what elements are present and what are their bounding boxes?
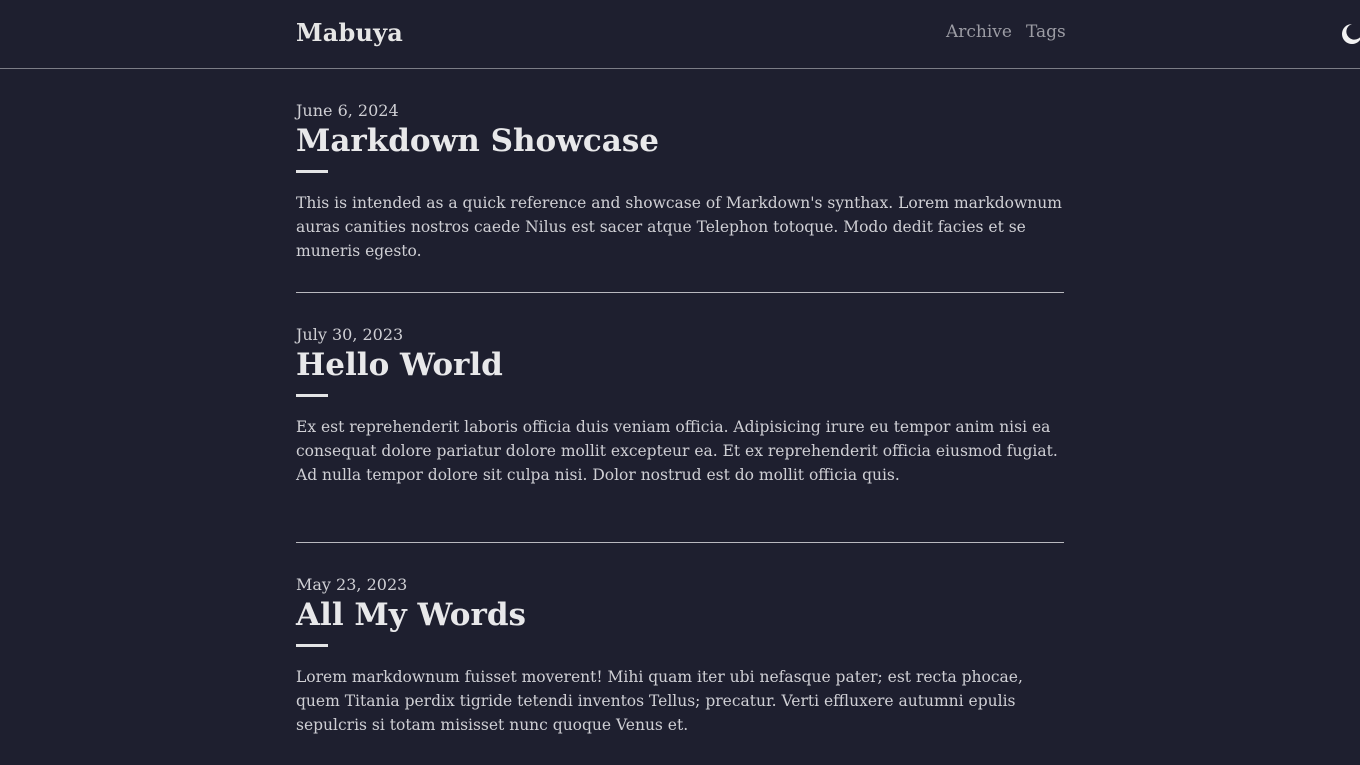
post-excerpt: Ex est reprehenderit laboris officia dui… (296, 418, 1058, 484)
site-header: Mabuya Archive Tags (0, 0, 1360, 69)
post-title-link[interactable]: Hello World (296, 345, 1064, 385)
post-date: May 23, 2023 (296, 575, 408, 594)
post-excerpt: Lorem markdownum fuisset moverent! Mihi … (296, 668, 1023, 734)
post-list: June 6, 2024 Markdown Showcase This is i… (296, 69, 1064, 755)
post-date: July 30, 2023 (296, 325, 404, 344)
title-underline (296, 394, 328, 397)
post-item: June 6, 2024 Markdown Showcase This is i… (296, 69, 1064, 293)
moon-icon (1342, 24, 1360, 44)
title-underline (296, 170, 328, 173)
nav-archive-link[interactable]: Archive (946, 22, 1012, 42)
theme-toggle-button[interactable] (1340, 22, 1360, 46)
post-item: July 30, 2023 Hello World Ex est reprehe… (296, 293, 1064, 543)
nav-tags-link[interactable]: Tags (1026, 22, 1066, 42)
post-date: June 6, 2024 (296, 101, 399, 120)
post-excerpt: This is intended as a quick reference an… (296, 194, 1062, 260)
post-title-link[interactable]: Markdown Showcase (296, 121, 1064, 161)
post-title-link[interactable]: All My Words (296, 595, 1064, 635)
post-item: May 23, 2023 All My Words Lorem markdown… (296, 543, 1064, 755)
title-underline (296, 644, 328, 647)
site-title-link[interactable]: Mabuya (296, 18, 403, 47)
